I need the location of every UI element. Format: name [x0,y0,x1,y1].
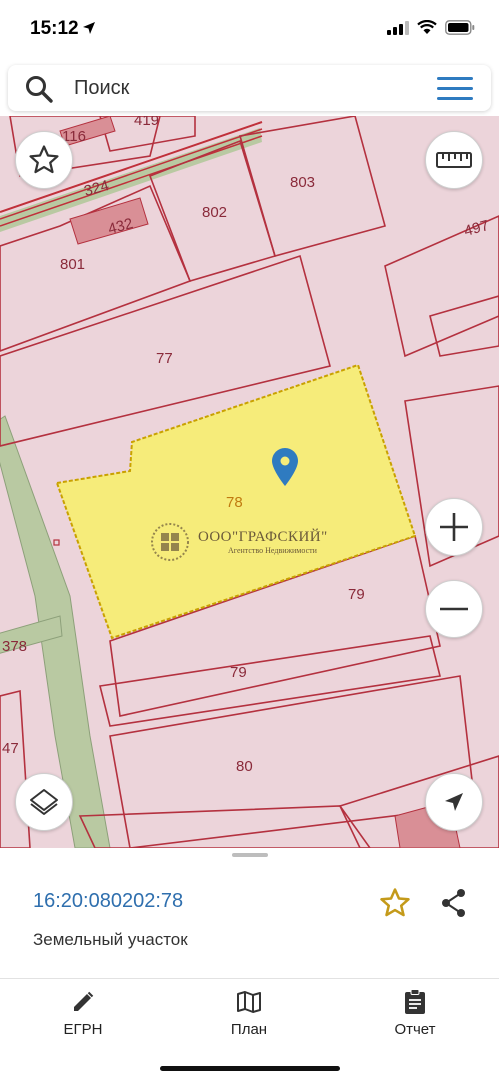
location-pin-icon[interactable] [272,448,298,486]
parcel-label: 801 [60,256,86,273]
parcel-label: 419 [134,116,160,129]
selected-parcel-label: 78 [226,494,243,511]
location-arrow-icon [83,22,95,34]
object-type: Земельный участок [33,930,188,949]
navigation-arrow-icon [445,793,463,811]
parcel-label: 77 [156,350,173,367]
cadastral-number[interactable]: 16:20:080202:78 [33,890,183,913]
star-favorite-icon[interactable] [378,886,412,920]
home-indicator[interactable] [160,1066,340,1071]
search-icon[interactable] [24,74,54,104]
signal-icon [387,20,409,35]
sheet-drag-handle[interactable] [232,853,268,857]
parcel-label: 47 [2,740,19,757]
nav-item-label: План [230,1021,268,1038]
status-bar: 15:12 [0,0,499,60]
favorites-button[interactable] [15,131,73,189]
nav-item-label: Отчет [394,1021,436,1038]
parcel-label: 80 [236,758,253,775]
battery-icon [445,20,475,35]
watermark: ООО"ГРАФСКИЙ" Агентство Недвижимости [150,522,328,562]
object-info-sheet[interactable]: 16:20:080202:78 Земельный участок [0,848,499,978]
share-icon[interactable] [440,888,468,918]
plus-icon [440,513,468,541]
parcel-label: 79 [230,664,247,681]
wifi-icon [417,20,437,34]
minus-icon [440,607,468,611]
zoom-out-button[interactable] [425,580,483,638]
nav-item-plan[interactable]: План [194,989,304,1038]
star-outline-icon [29,145,59,174]
status-time: 15:12 [30,18,79,39]
watermark-title: ООО"ГРАФСКИЙ" [198,529,328,545]
bottom-navigation: ЕГРН План Отчет [0,978,499,1080]
pencil-icon [74,991,94,1011]
my-location-button[interactable] [425,773,483,831]
parcel-label: 79 [348,586,365,603]
parcel-label: 378 [2,638,28,655]
parcel-label: 803 [290,174,316,191]
ruler-button[interactable] [425,131,483,189]
layers-icon [30,789,58,815]
map-canvas [0,116,499,848]
status-indicators [387,20,475,35]
menu-icon[interactable] [437,77,473,101]
map-icon [237,991,261,1013]
clipboard-icon [405,989,425,1014]
map-view[interactable]: 419 116 432 801 802 803 497 77 79 79 80 … [0,116,499,848]
nav-item-label: ЕГРН [63,1021,103,1038]
search-bar [8,65,491,111]
nav-item-egrn[interactable]: ЕГРН [28,989,138,1038]
search-input[interactable] [74,75,414,101]
watermark-subtitle: Агентство Недвижимости [228,546,317,555]
layers-button[interactable] [15,773,73,831]
parcel-label: 802 [202,204,228,221]
ruler-icon [436,152,472,168]
watermark-logo-icon [151,523,189,561]
nav-item-report[interactable]: Отчет [360,989,470,1038]
zoom-in-button[interactable] [425,498,483,556]
